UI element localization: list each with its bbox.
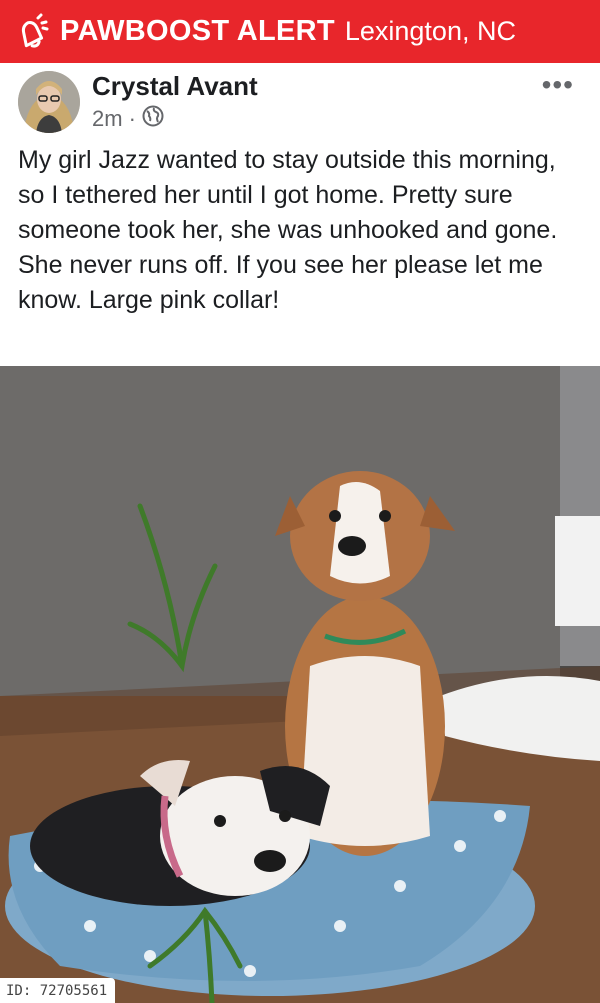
meta-separator: · — [128, 106, 136, 131]
author-name[interactable]: Crystal Avant — [92, 71, 258, 102]
brand-name: PAWBOOST ALERT — [60, 15, 335, 47]
post-meta: 2m · — [92, 105, 164, 133]
more-options-icon[interactable]: ••• — [542, 69, 574, 101]
post-photo[interactable]: ID: 72705561 — [0, 366, 600, 1003]
dogs-photo — [0, 366, 600, 1003]
post-text: My girl Jazz wanted to stay outside this… — [18, 146, 558, 314]
globe-icon — [142, 105, 164, 133]
bell-icon — [8, 10, 52, 54]
avatar[interactable] — [18, 71, 80, 133]
photo-id-badge: ID: 72705561 — [0, 978, 116, 1003]
post-header: Crystal Avant 2m · ••• — [0, 63, 600, 143]
alert-location: Lexington, NC — [344, 16, 516, 46]
alert-banner: PAWBOOST ALERT Lexington, NC — [0, 0, 600, 63]
post-time[interactable]: 2m — [92, 106, 123, 132]
